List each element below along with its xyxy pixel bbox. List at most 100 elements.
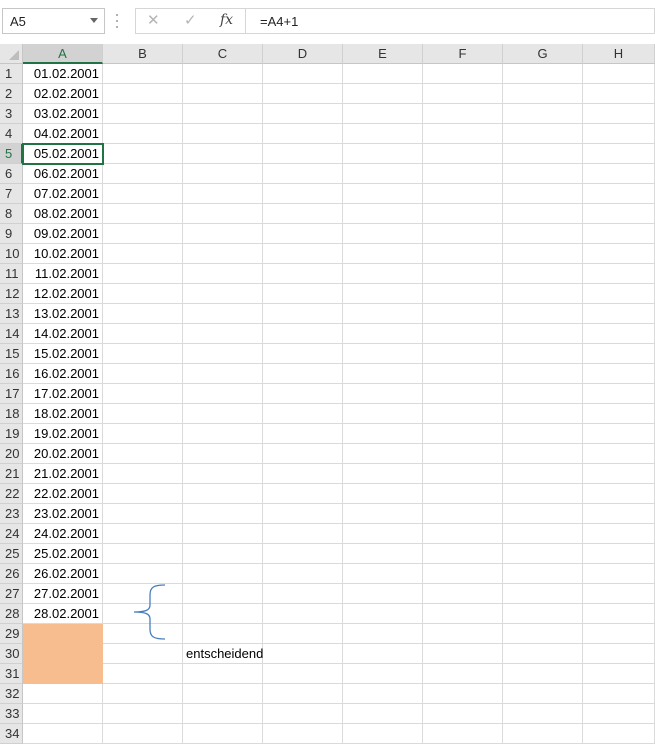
cell-g29[interactable] [503,624,583,644]
cell-a24[interactable]: 24.02.2001 [23,524,103,544]
cell-g19[interactable] [503,424,583,444]
cell-d20[interactable] [263,444,343,464]
cell-f26[interactable] [423,564,503,584]
cell-a29[interactable] [23,624,103,644]
cell-g30[interactable] [503,644,583,664]
cell-e12[interactable] [343,284,423,304]
cell-a21[interactable]: 21.02.2001 [23,464,103,484]
cell-c21[interactable] [183,464,263,484]
cell-c33[interactable] [183,704,263,724]
row-header-21[interactable]: 21 [0,464,23,484]
cell-e29[interactable] [343,624,423,644]
cell-g18[interactable] [503,404,583,424]
cell-f4[interactable] [423,124,503,144]
cell-b4[interactable] [103,124,183,144]
chevron-down-icon[interactable] [90,18,98,23]
cell-d17[interactable] [263,384,343,404]
cell-h14[interactable] [583,324,655,344]
cell-g34[interactable] [503,724,583,744]
cell-a3[interactable]: 03.02.2001 [23,104,103,124]
column-header-f[interactable]: F [423,44,503,64]
cell-c20[interactable] [183,444,263,464]
cell-b14[interactable] [103,324,183,344]
cell-a31[interactable] [23,664,103,684]
cell-b21[interactable] [103,464,183,484]
cell-b12[interactable] [103,284,183,304]
cell-h21[interactable] [583,464,655,484]
cell-c3[interactable] [183,104,263,124]
cell-a1[interactable]: 01.02.2001 [23,64,103,84]
select-all-button[interactable] [0,44,23,64]
cell-a34[interactable] [23,724,103,744]
cell-c4[interactable] [183,124,263,144]
cell-g33[interactable] [503,704,583,724]
cell-h22[interactable] [583,484,655,504]
cell-e19[interactable] [343,424,423,444]
row-header-7[interactable]: 7 [0,184,23,204]
cell-f11[interactable] [423,264,503,284]
cell-c1[interactable] [183,64,263,84]
cell-f14[interactable] [423,324,503,344]
cell-h4[interactable] [583,124,655,144]
cell-a14[interactable]: 14.02.2001 [23,324,103,344]
cell-a12[interactable]: 12.02.2001 [23,284,103,304]
cell-e11[interactable] [343,264,423,284]
cell-g24[interactable] [503,524,583,544]
cell-f34[interactable] [423,724,503,744]
cell-e32[interactable] [343,684,423,704]
cell-a30[interactable] [23,644,103,664]
cell-b5[interactable] [103,144,183,164]
cell-c32[interactable] [183,684,263,704]
cell-h20[interactable] [583,444,655,464]
cell-f12[interactable] [423,284,503,304]
cell-a9[interactable]: 09.02.2001 [23,224,103,244]
cell-h5[interactable] [583,144,655,164]
formula-bar-grip[interactable] [115,14,119,28]
column-header-c[interactable]: C [183,44,263,64]
cell-h27[interactable] [583,584,655,604]
column-header-h[interactable]: H [583,44,655,64]
cell-b11[interactable] [103,264,183,284]
cell-e18[interactable] [343,404,423,424]
cell-d3[interactable] [263,104,343,124]
cell-d32[interactable] [263,684,343,704]
column-header-g[interactable]: G [503,44,583,64]
cell-a6[interactable]: 06.02.2001 [23,164,103,184]
row-header-9[interactable]: 9 [0,224,23,244]
cell-d7[interactable] [263,184,343,204]
cell-e24[interactable] [343,524,423,544]
cell-d12[interactable] [263,284,343,304]
cell-b2[interactable] [103,84,183,104]
cell-h32[interactable] [583,684,655,704]
cell-c10[interactable] [183,244,263,264]
cell-h2[interactable] [583,84,655,104]
cell-g23[interactable] [503,504,583,524]
cell-d14[interactable] [263,324,343,344]
cell-d5[interactable] [263,144,343,164]
cell-d27[interactable] [263,584,343,604]
cell-g25[interactable] [503,544,583,564]
cell-f29[interactable] [423,624,503,644]
cell-b26[interactable] [103,564,183,584]
row-header-26[interactable]: 26 [0,564,23,584]
cell-c15[interactable] [183,344,263,364]
cell-c28[interactable] [183,604,263,624]
cell-a18[interactable]: 18.02.2001 [23,404,103,424]
cell-g32[interactable] [503,684,583,704]
cell-g15[interactable] [503,344,583,364]
column-header-e[interactable]: E [343,44,423,64]
cell-d11[interactable] [263,264,343,284]
cell-d4[interactable] [263,124,343,144]
cell-a20[interactable]: 20.02.2001 [23,444,103,464]
cell-e3[interactable] [343,104,423,124]
cell-f25[interactable] [423,544,503,564]
cell-h13[interactable] [583,304,655,324]
row-header-19[interactable]: 19 [0,424,23,444]
row-header-16[interactable]: 16 [0,364,23,384]
cell-a17[interactable]: 17.02.2001 [23,384,103,404]
row-header-34[interactable]: 34 [0,724,23,744]
cell-f13[interactable] [423,304,503,324]
cell-h29[interactable] [583,624,655,644]
cell-c17[interactable] [183,384,263,404]
cell-b3[interactable] [103,104,183,124]
